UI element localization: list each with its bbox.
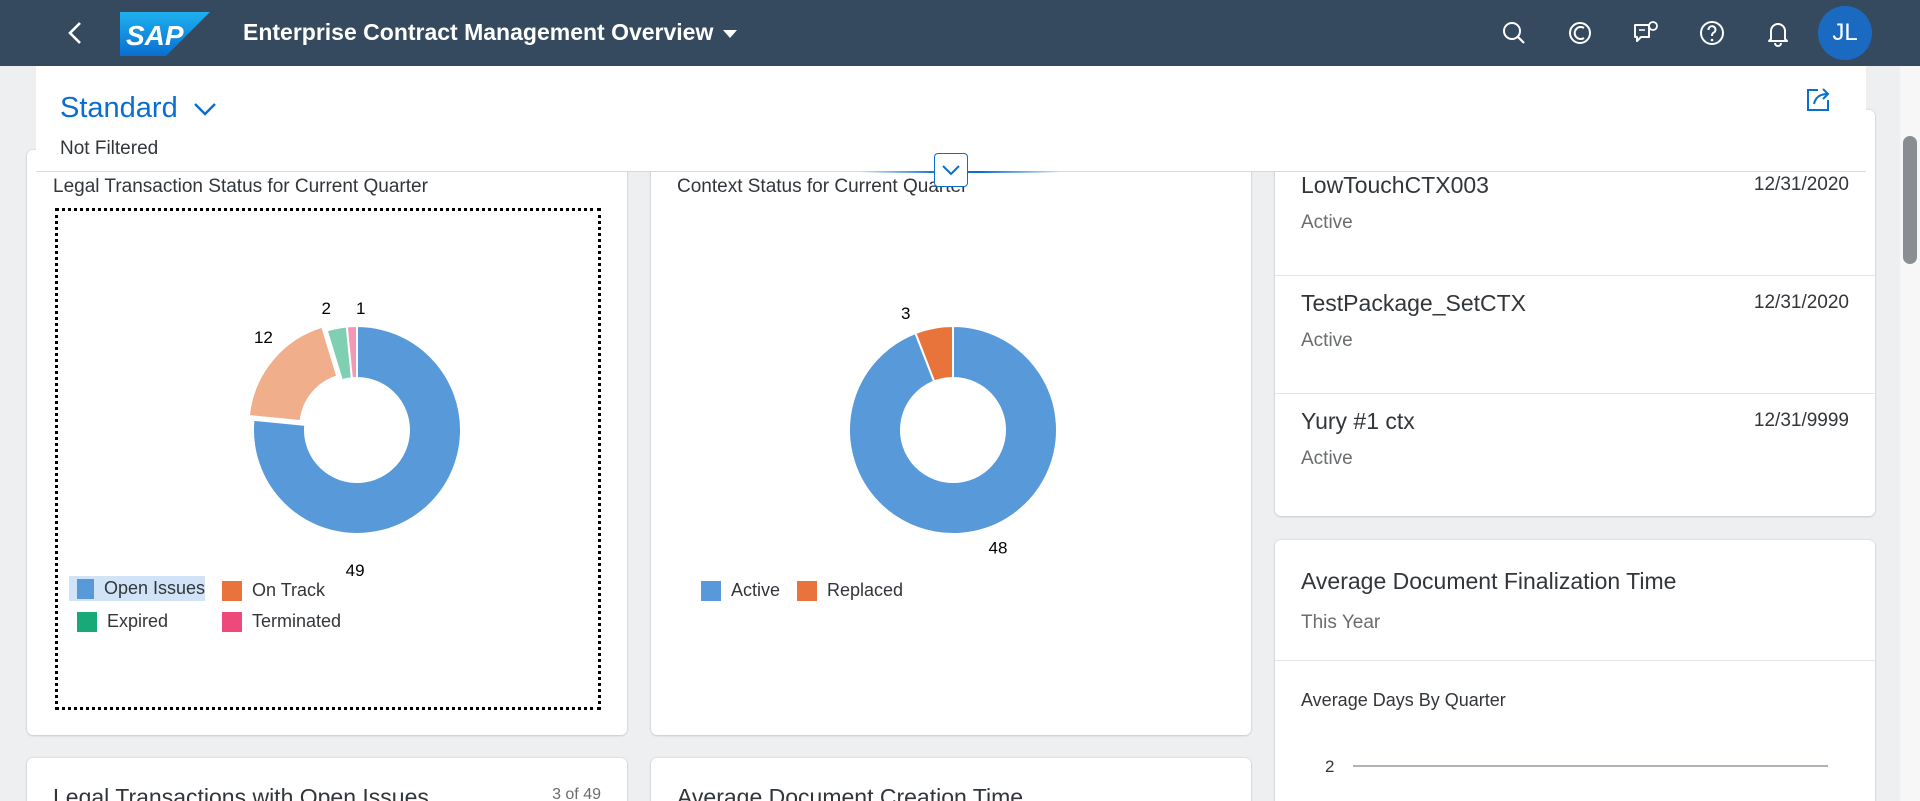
context-name: TestPackage_SetCTX [1301, 290, 1527, 316]
context-status-card[interactable]: Context Status for Current Quarter 48 3 A… [651, 150, 1251, 735]
chart-title: Average Days By Quarter [1301, 690, 1506, 710]
data-label: 49 [346, 561, 365, 580]
card-title[interactable]: Legal Transaction Status for Current Qua… [53, 176, 428, 198]
divider [1275, 660, 1875, 661]
title-dropdown-icon[interactable] [723, 30, 738, 38]
legend-item-open-issues[interactable]: Open Issues [69, 576, 205, 601]
legend-label: Replaced [827, 580, 904, 600]
legend-label: Expired [107, 611, 169, 631]
context-name: LowTouchCTX003 [1301, 172, 1489, 198]
feedback-icon[interactable] [1630, 17, 1662, 49]
variant-selector[interactable]: Standard [60, 92, 218, 125]
legend-label: Active [731, 580, 781, 600]
avg-finalization-card[interactable]: Average Document Finalization Time This … [1275, 540, 1875, 801]
card-title[interactable]: Context Status for Current Quarter [677, 176, 967, 198]
legal-status-card[interactable]: Legal Transaction Status for Current Qua… [27, 150, 627, 735]
legend-label: Terminated [252, 611, 342, 631]
chevron-down-icon [942, 165, 960, 176]
copilot-icon[interactable] [1564, 17, 1596, 49]
filter-status-text: Not Filtered [60, 138, 159, 159]
item-count: 3 of 49 [552, 786, 601, 801]
legend-swatch [77, 611, 97, 632]
data-label: 1 [356, 299, 365, 318]
context-name: Yury #1 ctx [1301, 408, 1415, 434]
context-status: Active [1301, 330, 1353, 351]
share-icon[interactable] [1804, 86, 1832, 114]
card-subtitle: This Year [1301, 612, 1381, 633]
legend-item-on-track[interactable]: On Track [222, 580, 325, 601]
legend-swatch [701, 580, 721, 601]
donut-chart[interactable]: 48 3 [803, 280, 1103, 580]
card-title[interactable]: Average Document Creation Time [677, 784, 1023, 801]
chevron-down-icon[interactable] [192, 101, 218, 117]
shell-bar: SAP Enterprise Contract Management Overv… [0, 0, 1920, 66]
donut-chart[interactable]: 49 12 2 1 [207, 280, 507, 580]
data-label: 3 [901, 304, 910, 323]
context-status: Active [1301, 448, 1353, 469]
data-label: 2 [322, 299, 331, 318]
legend-item-terminated[interactable]: Terminated [222, 611, 341, 632]
card-title[interactable]: Average Document Finalization Time [1301, 568, 1676, 595]
list-item[interactable]: LowTouchCTX003 12/31/2020 Active [1275, 158, 1875, 276]
context-date: 12/31/2020 [1753, 174, 1849, 195]
svg-text:SAP: SAP [126, 20, 184, 51]
legend-label: On Track [252, 580, 326, 600]
legend-item-replaced[interactable]: Replaced [797, 580, 903, 601]
context-date: 12/31/2020 [1753, 292, 1849, 313]
data-label: 12 [254, 328, 273, 347]
legend-item-active[interactable]: Active [701, 580, 780, 601]
app-title[interactable]: Enterprise Contract Management Overview [243, 19, 738, 46]
notifications-icon[interactable] [1762, 17, 1794, 49]
open-issues-card[interactable]: Legal Transactions with Open Issues 3 of… [27, 758, 627, 801]
help-icon[interactable] [1696, 17, 1728, 49]
collapse-header-button[interactable] [934, 153, 968, 187]
page-scrollbar-thumb[interactable] [1903, 136, 1917, 264]
legend-swatch [797, 580, 817, 601]
list-item[interactable]: TestPackage_SetCTX 12/31/2020 Active [1275, 276, 1875, 394]
context-date: 12/31/9999 [1753, 410, 1849, 431]
gridline [1353, 765, 1828, 767]
card-title[interactable]: Legal Transactions with Open Issues [53, 784, 429, 801]
back-arrow-icon[interactable] [56, 17, 96, 49]
legend-label: Open Issues [103, 578, 205, 598]
legend-swatch [222, 580, 242, 601]
data-label: 48 [988, 539, 1007, 558]
variant-name[interactable]: Standard [60, 92, 178, 125]
context-status: Active [1301, 212, 1353, 233]
sap-logo[interactable]: SAP [120, 12, 210, 56]
legend-swatch [77, 578, 94, 599]
app-title-text[interactable]: Enterprise Contract Management Overview [243, 19, 713, 46]
axis-tick-label: 2 [1325, 757, 1335, 776]
legend-swatch [222, 611, 242, 632]
user-avatar[interactable]: JL [1818, 6, 1872, 60]
search-icon[interactable] [1498, 17, 1530, 49]
avg-creation-card[interactable]: Average Document Creation Time [651, 758, 1251, 801]
list-item[interactable]: Yury #1 ctx 12/31/9999 Active [1275, 394, 1875, 512]
legend-item-expired[interactable]: Expired [77, 611, 168, 632]
